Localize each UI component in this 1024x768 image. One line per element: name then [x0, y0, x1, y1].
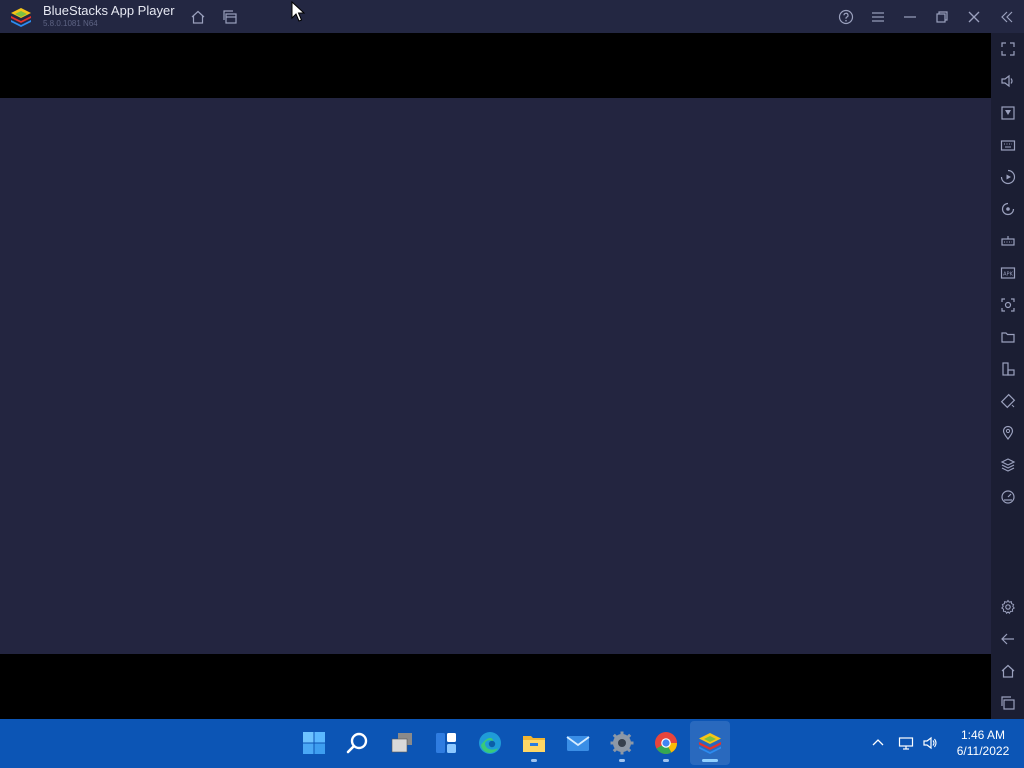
macro-record-icon[interactable] [991, 161, 1024, 193]
back-icon[interactable] [991, 623, 1024, 655]
rotate-icon[interactable] [991, 353, 1024, 385]
network-icon[interactable] [896, 733, 916, 753]
running-indicator [619, 759, 625, 762]
volume-icon[interactable] [991, 65, 1024, 97]
chevron-up-icon[interactable] [868, 733, 888, 753]
android-home-icon[interactable] [991, 655, 1024, 687]
active-indicator [702, 759, 718, 762]
system-clock[interactable]: 1:46 AM 6/11/2022 [948, 727, 1018, 759]
speaker-icon[interactable] [920, 733, 940, 753]
layers-icon[interactable] [991, 449, 1024, 481]
widgets-icon[interactable] [426, 721, 466, 765]
recent-apps-icon[interactable] [991, 687, 1024, 719]
clock-date: 6/11/2022 [956, 744, 1010, 758]
game-controls-icon[interactable] [991, 225, 1024, 257]
collapse-sidebar-icon[interactable] [991, 0, 1023, 33]
edge-icon[interactable] [470, 721, 510, 765]
right-sidebar: APK [991, 33, 1024, 719]
close-icon[interactable] [958, 0, 990, 33]
shake-icon[interactable] [991, 385, 1024, 417]
eco-mode-icon[interactable] [991, 481, 1024, 513]
running-indicator [531, 759, 537, 762]
settings-app-icon[interactable] [602, 721, 642, 765]
home-icon[interactable] [182, 0, 214, 33]
title-bar: BlueStacks App Player 5.8.0.1081 N64 [0, 0, 1024, 33]
mail-icon[interactable] [558, 721, 598, 765]
running-indicator [663, 759, 669, 762]
task-view-icon[interactable] [382, 721, 422, 765]
menu-icon[interactable] [862, 0, 894, 33]
location-icon[interactable] [991, 417, 1024, 449]
install-apk-icon[interactable]: APK [991, 257, 1024, 289]
media-manager-icon[interactable] [991, 97, 1024, 129]
bluestacks-logo-icon [9, 5, 33, 29]
settings-icon[interactable] [991, 591, 1024, 623]
emulator-viewport [0, 33, 991, 719]
android-screen[interactable] [0, 98, 991, 654]
help-icon[interactable] [830, 0, 862, 33]
svg-text:APK: APK [1003, 272, 1013, 278]
app-title: BlueStacks App Player [43, 3, 175, 18]
app-version: 5.8.0.1081 N64 [43, 19, 98, 28]
taskbar: 1:46 AM 6/11/2022 [0, 719, 1024, 768]
keyboard-controls-icon[interactable] [991, 129, 1024, 161]
file-explorer-icon[interactable] [514, 721, 554, 765]
clock-time: 1:46 AM [960, 728, 1006, 742]
start-icon[interactable] [294, 721, 334, 765]
folder-icon[interactable] [991, 321, 1024, 353]
sync-icon[interactable] [991, 193, 1024, 225]
minimize-icon[interactable] [894, 0, 926, 33]
search-icon[interactable] [338, 721, 378, 765]
multi-instance-icon[interactable] [214, 0, 246, 33]
mouse-cursor [291, 1, 305, 22]
chrome-icon[interactable] [646, 721, 686, 765]
fullscreen-icon[interactable] [991, 33, 1024, 65]
screenshot-icon[interactable] [991, 289, 1024, 321]
restore-icon[interactable] [926, 0, 958, 33]
bluestacks-icon[interactable] [690, 721, 730, 765]
